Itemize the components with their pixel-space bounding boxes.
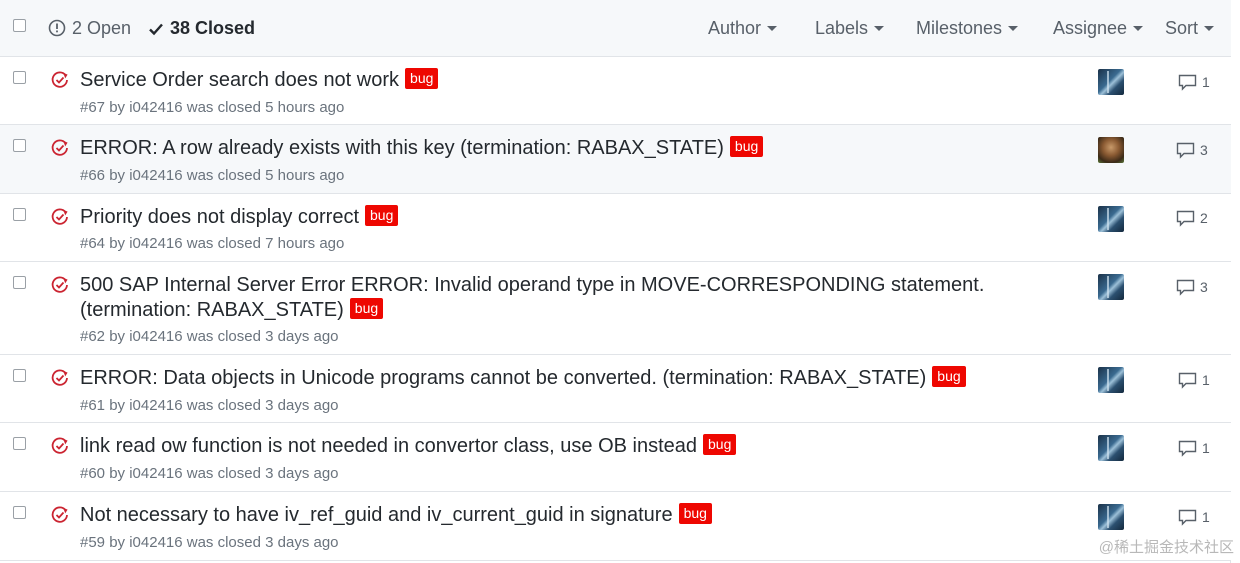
comments-link[interactable]: 2	[1176, 209, 1208, 227]
comments-link[interactable]: 3	[1176, 278, 1208, 296]
issue-row: link read ow function is not needed in c…	[0, 423, 1231, 492]
labels-filter[interactable]: Labels	[815, 17, 885, 39]
comment-count: 1	[1202, 372, 1210, 388]
assignee-avatar[interactable]	[1098, 206, 1124, 232]
comment-count: 1	[1202, 440, 1210, 456]
milestones-filter[interactable]: Milestones	[916, 17, 1019, 39]
issues-list-panel: 2 Open 38 Closed Author Labels Milestone…	[0, 0, 1231, 563]
select-all-checkbox[interactable]	[13, 19, 26, 32]
issue-meta: #62 by i042416 was closed 3 days ago	[80, 328, 339, 345]
issue-meta: #67 by i042416 was closed 5 hours ago	[80, 99, 345, 116]
comments-link[interactable]: 3	[1176, 141, 1208, 159]
issue-meta: #59 by i042416 was closed 3 days ago	[80, 534, 339, 551]
chevron-down-icon	[874, 26, 885, 31]
comment-icon	[1178, 440, 1197, 457]
comments-link[interactable]: 1	[1178, 439, 1210, 457]
sort-filter[interactable]: Sort	[1165, 17, 1215, 39]
assignee-filter[interactable]: Assignee	[1053, 17, 1144, 39]
assignee-filter-label: Assignee	[1053, 18, 1128, 38]
bug-label[interactable]: bug	[729, 136, 764, 157]
issue-title-link[interactable]: 500 SAP Internal Server Error ERROR: Inv…	[80, 274, 984, 321]
assignee-avatar[interactable]	[1098, 274, 1124, 300]
comment-icon	[1178, 372, 1197, 389]
issues-list-header: 2 Open 38 Closed Author Labels Milestone…	[0, 0, 1231, 57]
assignee-avatar[interactable]	[1098, 137, 1124, 163]
open-count-label: 2 Open	[72, 18, 132, 38]
issue-closed-icon	[51, 139, 68, 156]
author-filter-label: Author	[708, 18, 762, 38]
issue-title-link[interactable]: Service Order search does not work	[80, 69, 399, 91]
issue-select-checkbox[interactable]	[13, 506, 26, 519]
issue-closed-icon	[51, 506, 68, 523]
issue-title-link[interactable]: Not necessary to have iv_ref_guid and iv…	[80, 504, 673, 526]
issue-meta: #61 by i042416 was closed 3 days ago	[80, 397, 339, 414]
issue-row: ERROR: Data objects in Unicode programs …	[0, 355, 1231, 423]
author-filter[interactable]: Author	[708, 17, 778, 39]
assignee-avatar[interactable]	[1098, 69, 1124, 95]
comment-count: 2	[1200, 210, 1208, 226]
issue-title-link[interactable]: Priority does not display correct	[80, 206, 359, 228]
chevron-down-icon	[1204, 26, 1215, 31]
issue-opened-icon	[48, 19, 66, 37]
issue-select-checkbox[interactable]	[13, 208, 26, 221]
issue-select-checkbox[interactable]	[13, 276, 26, 289]
issue-meta: #66 by i042416 was closed 5 hours ago	[80, 167, 345, 184]
open-issues-tab[interactable]: 2 Open	[48, 17, 131, 39]
comment-icon	[1178, 74, 1197, 91]
issue-closed-icon	[51, 437, 68, 454]
chevron-down-icon	[1008, 26, 1019, 31]
closed-issues-tab[interactable]: 38 Closed	[148, 17, 255, 39]
check-icon	[149, 23, 163, 36]
labels-filter-label: Labels	[815, 18, 869, 38]
assignee-avatar[interactable]	[1098, 367, 1124, 393]
issue-row: Not necessary to have iv_ref_guid and iv…	[0, 492, 1231, 561]
bug-label[interactable]: bug	[932, 366, 966, 387]
issue-row: 500 SAP Internal Server Error ERROR: Inv…	[0, 262, 1231, 355]
comment-count: 3	[1200, 279, 1208, 295]
issue-closed-icon	[51, 369, 68, 386]
bug-label[interactable]: bug	[365, 205, 399, 226]
bug-label[interactable]: bug	[678, 503, 712, 524]
comment-icon	[1178, 509, 1197, 526]
issue-title-link[interactable]: ERROR: A row already exists with this ke…	[80, 137, 724, 159]
issue-select-checkbox[interactable]	[13, 437, 26, 450]
issue-closed-icon	[51, 276, 68, 293]
comment-icon	[1176, 142, 1195, 159]
comment-icon	[1176, 279, 1195, 296]
issue-select-checkbox[interactable]	[13, 369, 26, 382]
comment-count: 1	[1202, 509, 1210, 525]
issue-row: Priority does not display correct bug #64…	[0, 194, 1231, 262]
comments-link[interactable]: 1	[1178, 371, 1210, 389]
issue-select-checkbox[interactable]	[13, 139, 26, 152]
comments-link[interactable]: 1	[1178, 73, 1210, 91]
milestones-filter-label: Milestones	[916, 18, 1003, 38]
issue-closed-icon	[51, 71, 68, 88]
issue-closed-icon	[51, 208, 68, 225]
issue-meta: #60 by i042416 was closed 3 days ago	[80, 465, 339, 482]
issue-title-link[interactable]: ERROR: Data objects in Unicode programs …	[80, 367, 926, 389]
comment-icon	[1176, 210, 1195, 227]
issue-meta: #64 by i042416 was closed 7 hours ago	[80, 235, 345, 252]
closed-count-label: 38 Closed	[170, 18, 256, 38]
bug-label[interactable]: bug	[703, 434, 737, 455]
issue-row: ERROR: A row already exists with this ke…	[0, 125, 1231, 194]
comment-count: 3	[1200, 142, 1208, 158]
chevron-down-icon	[1133, 26, 1144, 31]
sort-filter-label: Sort	[1165, 18, 1199, 38]
watermark: @稀土掘金技术社区	[1098, 539, 1234, 556]
assignee-avatar[interactable]	[1098, 504, 1124, 530]
chevron-down-icon	[767, 26, 778, 31]
assignee-avatar[interactable]	[1098, 435, 1124, 461]
comments-link[interactable]: 1	[1178, 508, 1210, 526]
issue-row: Service Order search does not work bug #6…	[0, 57, 1231, 125]
issue-select-checkbox[interactable]	[13, 71, 26, 84]
issue-title-link[interactable]: link read ow function is not needed in c…	[80, 435, 697, 457]
bug-label[interactable]: bug	[349, 298, 384, 319]
comment-count: 1	[1202, 74, 1210, 90]
bug-label[interactable]: bug	[405, 68, 439, 89]
